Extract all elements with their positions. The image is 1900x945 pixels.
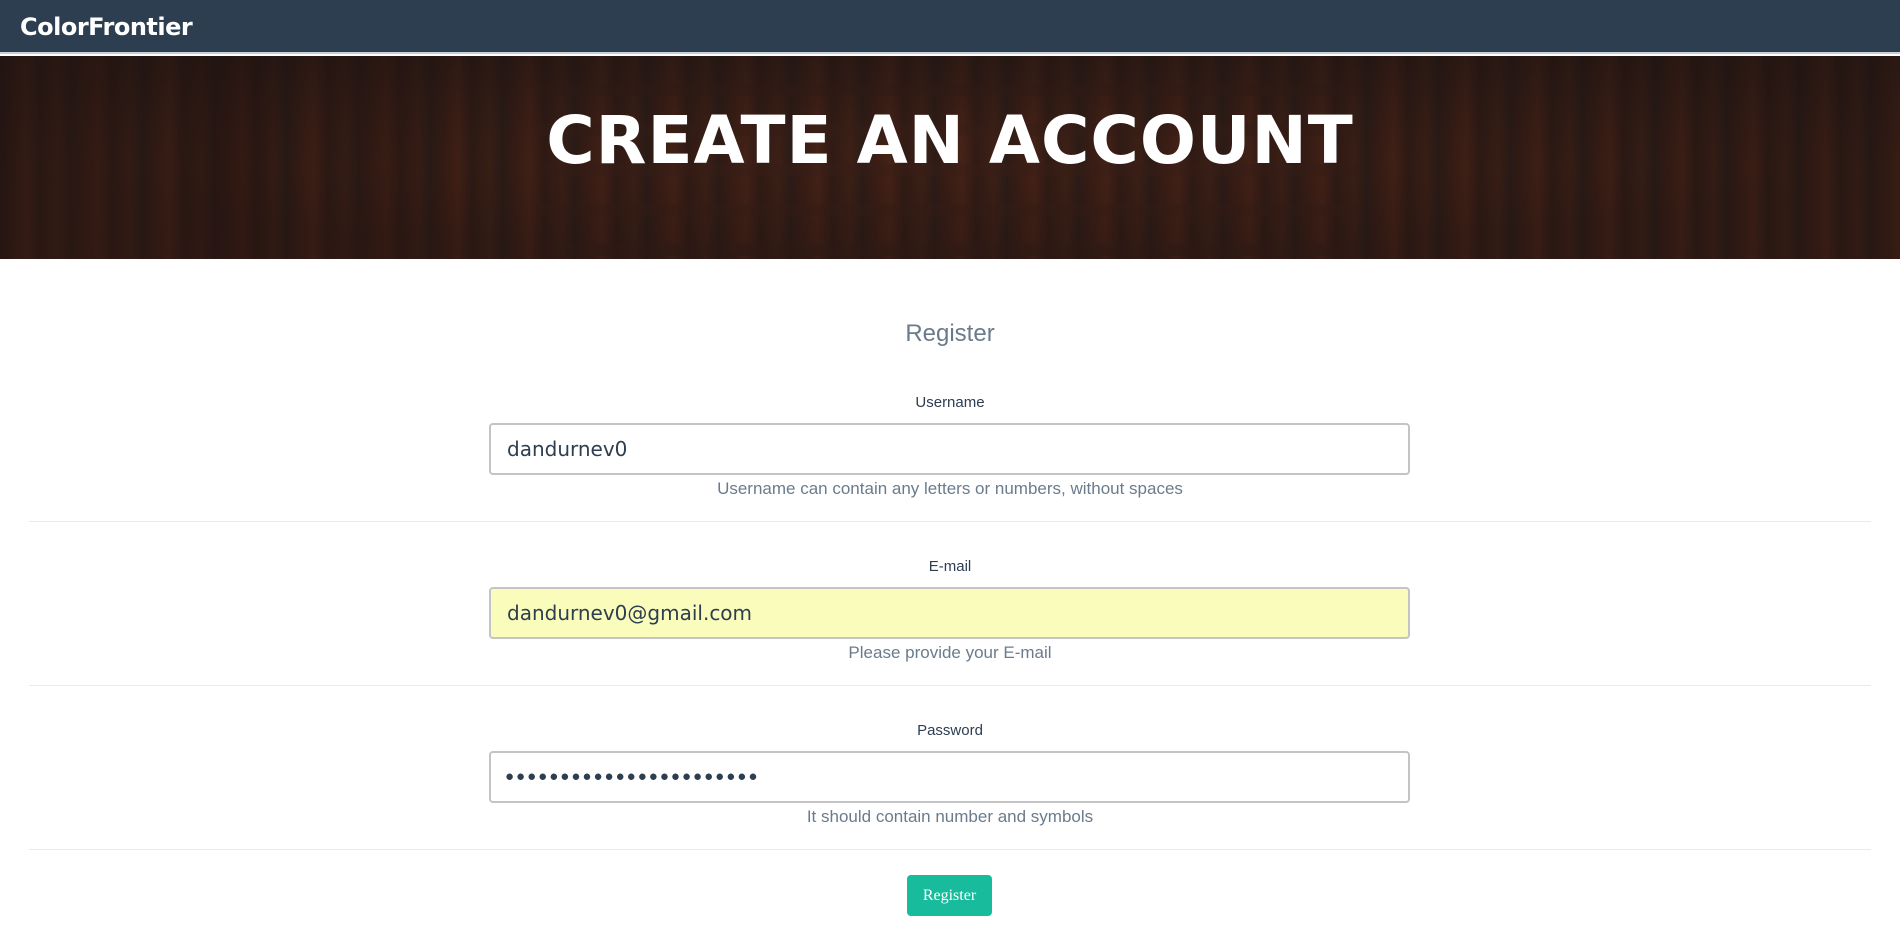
password-input[interactable] — [489, 751, 1410, 803]
password-help: It should contain number and symbols — [806, 807, 1094, 826]
username-label: Username — [915, 394, 985, 411]
username-input[interactable] — [489, 423, 1410, 475]
register-button[interactable]: Register — [907, 875, 992, 916]
divider — [29, 849, 1871, 850]
navbar: ColorFrontier — [0, 0, 1900, 54]
form-title: Register — [905, 320, 995, 347]
email-input[interactable] — [489, 587, 1410, 639]
password-label: Password — [917, 722, 983, 739]
email-help: Please provide your E-mail — [848, 643, 1052, 662]
username-help: Username can contain any letters or numb… — [717, 479, 1183, 498]
email-label: E-mail — [928, 558, 972, 575]
hero-title: CREATE AN ACCOUNT — [546, 102, 1354, 179]
divider — [29, 521, 1871, 522]
divider — [29, 685, 1871, 686]
brand-link[interactable]: ColorFrontier — [20, 13, 193, 41]
